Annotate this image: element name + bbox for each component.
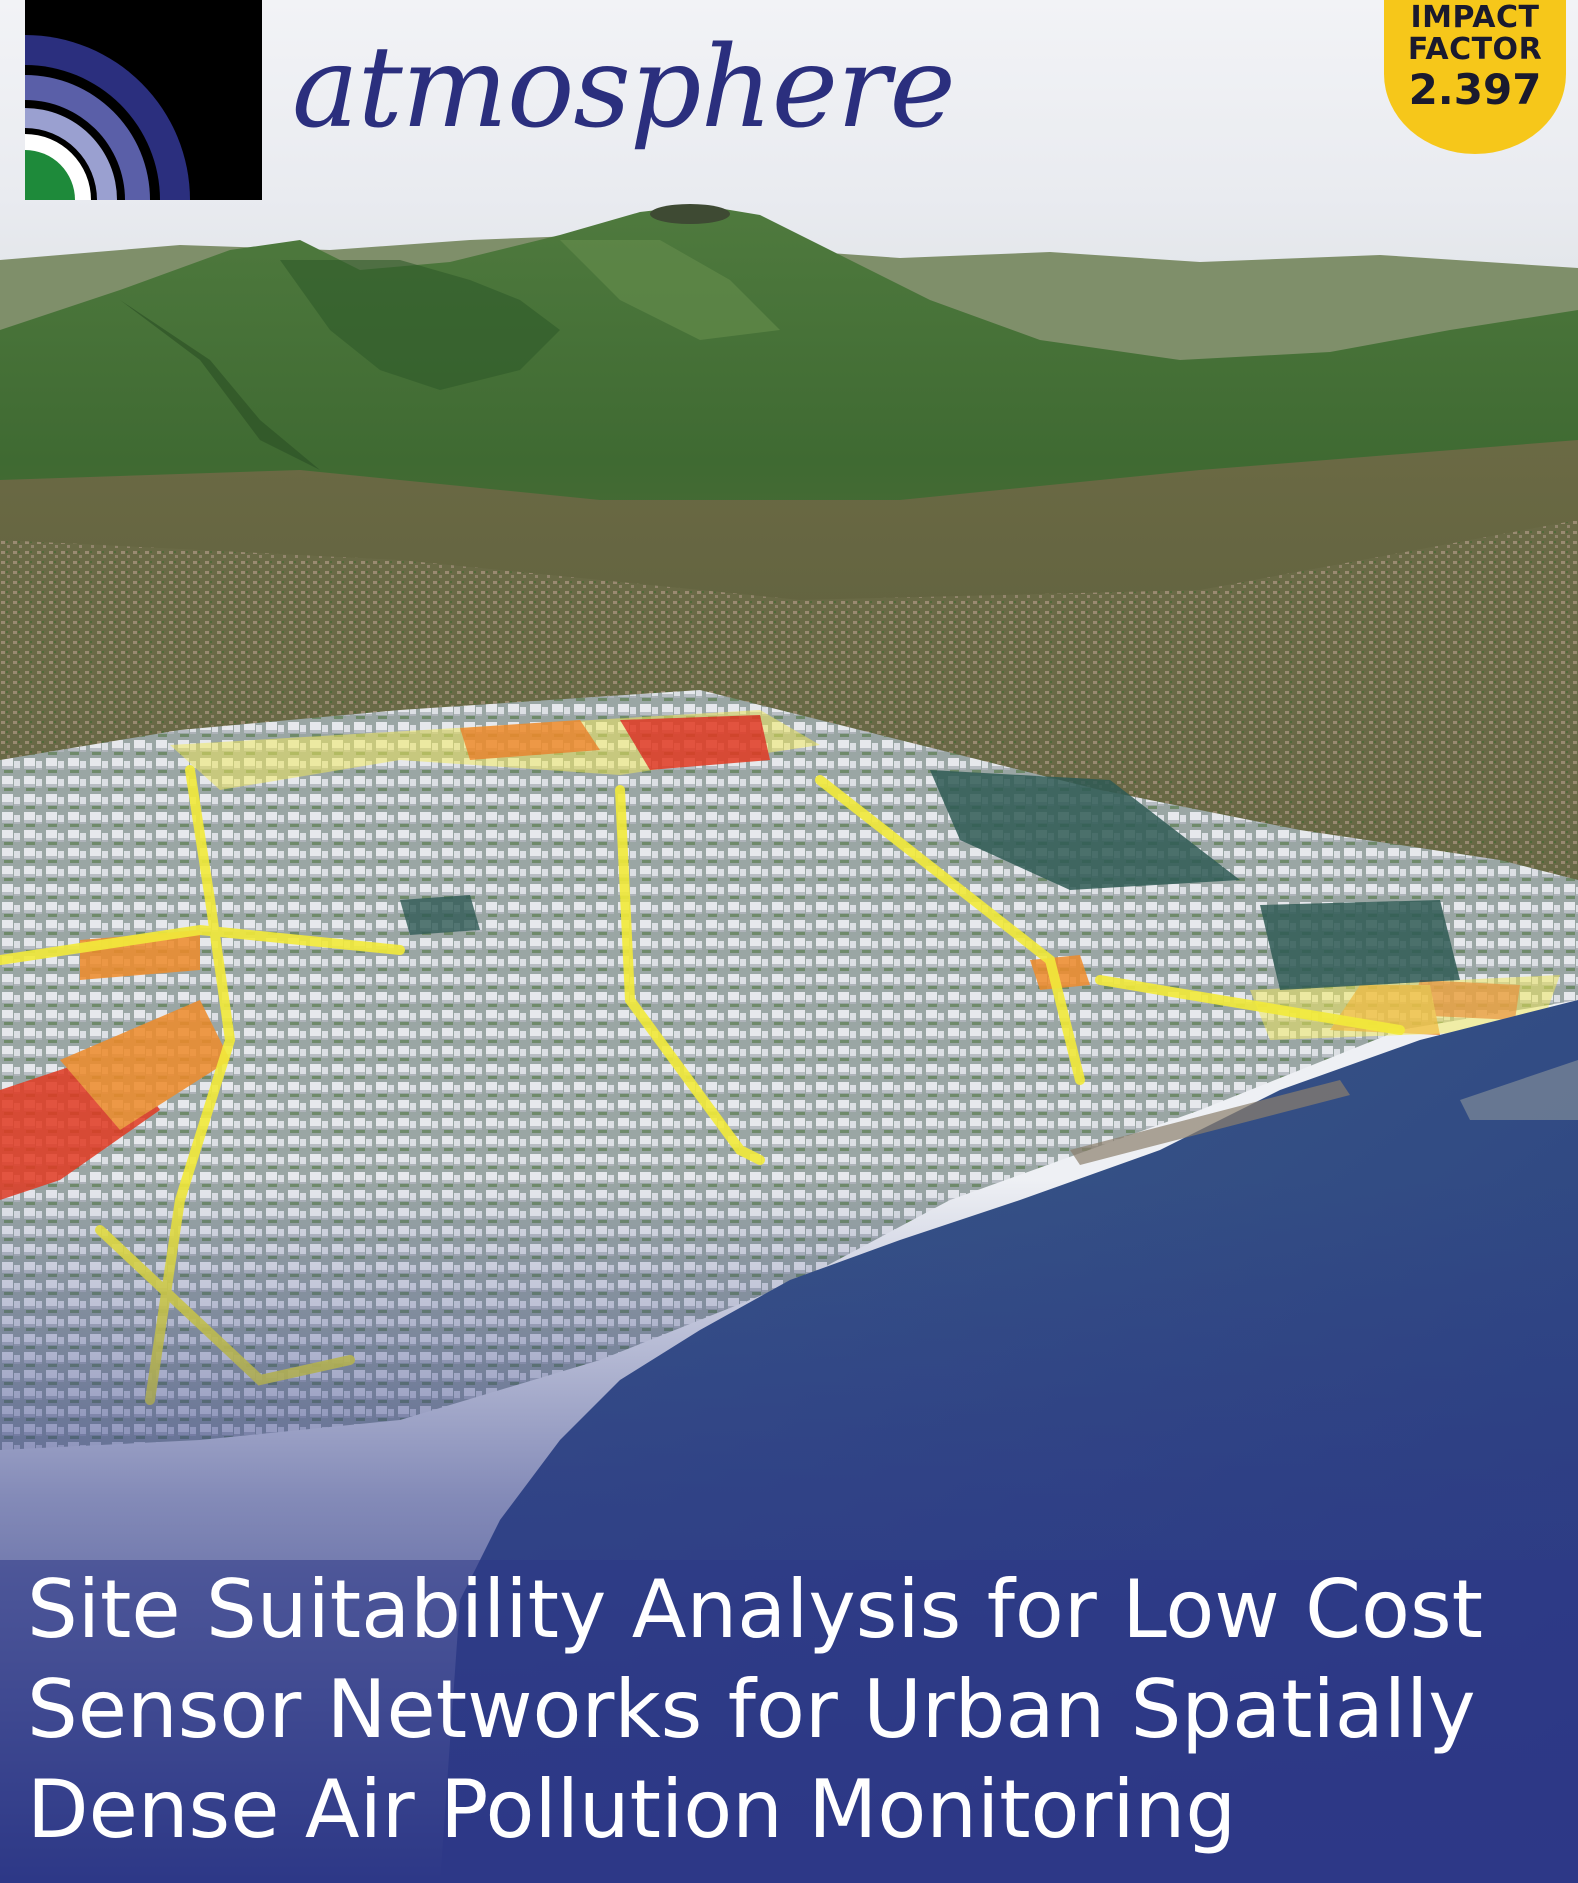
article-title-line: Sensor Networks for Urban Spatially <box>27 1663 1476 1756</box>
journal-logo <box>25 0 262 200</box>
impact-factor-value: 2.397 <box>1408 65 1542 114</box>
concentric-arcs-logo-icon <box>25 35 190 200</box>
article-title-line: Site Suitability Analysis for Low Cost <box>27 1563 1484 1656</box>
impact-factor-label-line-2: FACTOR <box>1407 32 1543 67</box>
impact-factor-badge: IMPACT FACTOR 2.397 <box>1384 0 1566 154</box>
article-title-line: Dense Air Pollution Monitoring <box>27 1763 1237 1856</box>
journal-cover: atmosphere IMPACT FACTOR 2.397 Site Suit… <box>0 0 1578 1883</box>
impact-factor-label-line-1: IMPACT <box>1410 0 1540 35</box>
article-title: Site Suitability Analysis for Low Cost S… <box>27 1560 1547 1860</box>
journal-title: atmosphere <box>292 23 956 153</box>
